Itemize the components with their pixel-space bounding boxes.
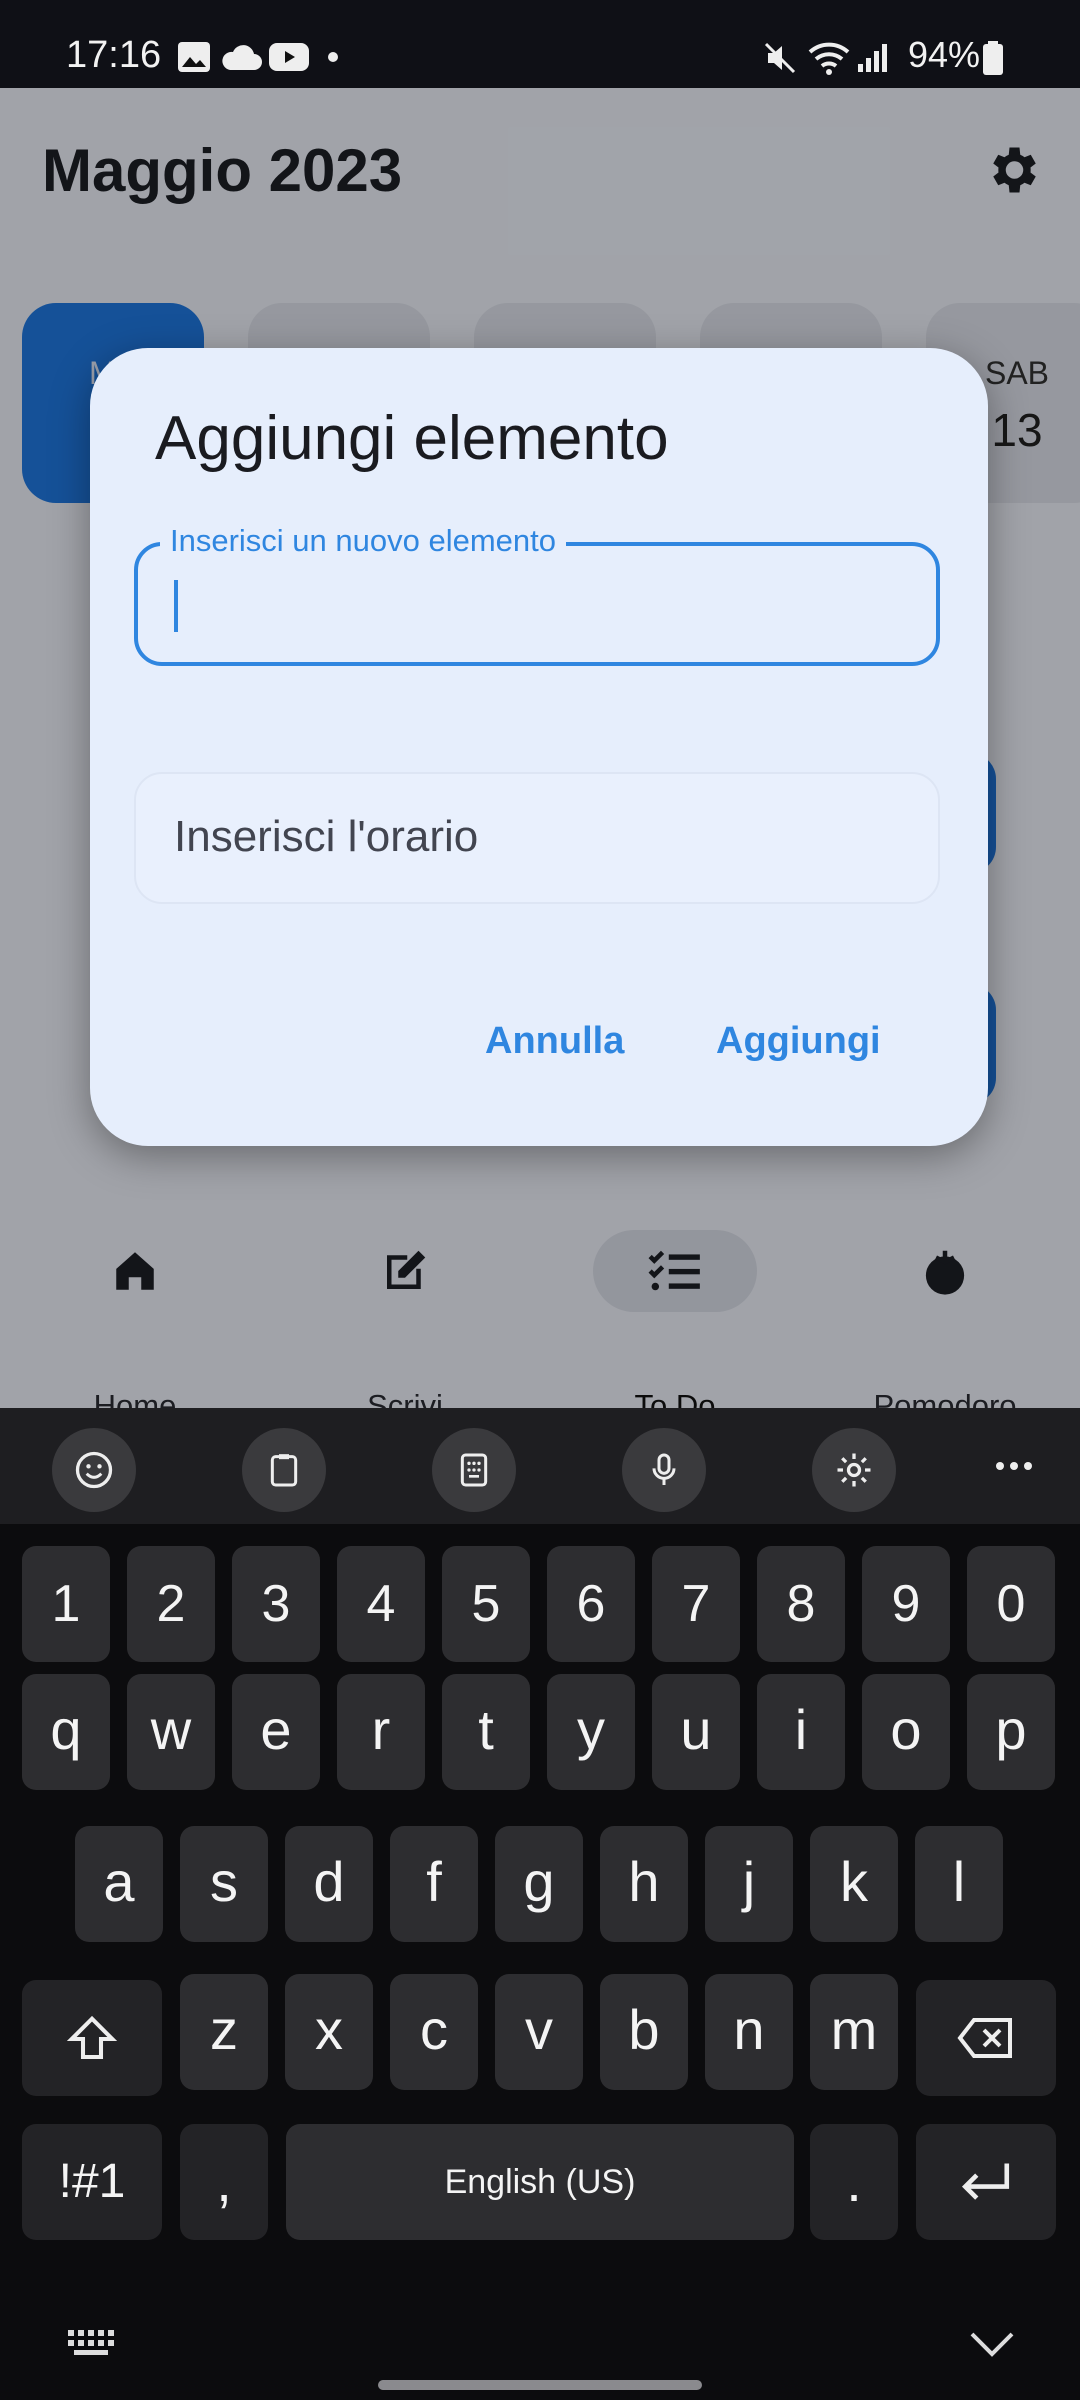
mute-icon [764, 42, 796, 74]
keyboard-settings-button[interactable] [812, 1428, 896, 1512]
key-w[interactable]: w [127, 1674, 215, 1790]
key-f[interactable]: f [390, 1826, 478, 1942]
keyboard-switch-icon[interactable] [66, 2328, 118, 2358]
key-3[interactable]: 3 [232, 1546, 320, 1662]
hide-keyboard-icon[interactable] [968, 2330, 1016, 2358]
keypad-icon [460, 1453, 488, 1487]
comma-key[interactable]: , [180, 2124, 268, 2240]
key-l[interactable]: l [915, 1826, 1003, 1942]
emoji-icon [75, 1451, 113, 1489]
key-4[interactable]: 4 [337, 1546, 425, 1662]
shift-icon [66, 2015, 118, 2060]
key-6[interactable]: 6 [547, 1546, 635, 1662]
microphone-button[interactable] [622, 1428, 706, 1512]
key-e[interactable]: e [232, 1674, 320, 1790]
key-n[interactable]: n [705, 1974, 793, 2090]
key-a[interactable]: a [75, 1826, 163, 1942]
battery-percent: 94% [907, 34, 980, 75]
gallery-icon [178, 42, 210, 72]
new-item-input[interactable] [134, 542, 940, 666]
key-5[interactable]: 5 [442, 1546, 530, 1662]
key-t[interactable]: t [442, 1674, 530, 1790]
key-b[interactable]: b [600, 1974, 688, 2090]
emoji-button[interactable] [52, 1428, 136, 1512]
key-m[interactable]: m [810, 1974, 898, 2090]
clipboard-button[interactable] [242, 1428, 326, 1512]
key-o[interactable]: o [862, 1674, 950, 1790]
text-cursor [174, 580, 178, 632]
key-j[interactable]: j [705, 1826, 793, 1942]
key-h[interactable]: h [600, 1826, 688, 1942]
symbols-key[interactable]: !#1 [22, 2124, 162, 2240]
key-i[interactable]: i [757, 1674, 845, 1790]
key-u[interactable]: u [652, 1674, 740, 1790]
cancel-button[interactable]: Annulla [485, 1020, 624, 1063]
key-y[interactable]: y [547, 1674, 635, 1790]
add-button[interactable]: Aggiungi [716, 1020, 881, 1063]
microphone-icon [652, 1453, 676, 1485]
key-z[interactable]: z [180, 1974, 268, 2090]
clipboard-icon [270, 1454, 298, 1487]
key-k[interactable]: k [810, 1826, 898, 1942]
keyboard: !#1 , English (US) . 1234567890 qwertyuio… [0, 1408, 1080, 2400]
battery-icon [983, 41, 1003, 75]
settings-icon [837, 1453, 871, 1487]
key-9[interactable]: 9 [862, 1546, 950, 1662]
key-v[interactable]: v [495, 1974, 583, 2090]
time-input-placeholder: Inserisci l'orario [174, 812, 479, 861]
keypad-button[interactable] [432, 1428, 516, 1512]
key-s[interactable]: s [180, 1826, 268, 1942]
enter-key[interactable] [916, 2124, 1056, 2240]
key-c[interactable]: c [390, 1974, 478, 2090]
key-r[interactable]: r [337, 1674, 425, 1790]
new-item-input-label: Inserisci un nuovo elemento [160, 523, 567, 559]
period-key[interactable]: . [810, 2124, 898, 2240]
youtube-icon [269, 43, 309, 71]
key-d[interactable]: d [285, 1826, 373, 1942]
backspace-icon [957, 2018, 1012, 2058]
wifi-icon [808, 42, 850, 75]
key-q[interactable]: q [22, 1674, 110, 1790]
signal-icon [858, 44, 887, 72]
enter-icon [961, 2163, 1010, 2200]
key-g[interactable]: g [495, 1826, 583, 1942]
status-time: 17:16 [66, 34, 162, 76]
key-8[interactable]: 8 [757, 1546, 845, 1662]
key-x[interactable]: x [285, 1974, 373, 2090]
key-2[interactable]: 2 [127, 1546, 215, 1662]
key-1[interactable]: 1 [22, 1546, 110, 1662]
home-indicator[interactable] [378, 2380, 702, 2390]
key-0[interactable]: 0 [967, 1546, 1055, 1662]
backspace-key[interactable] [916, 1980, 1056, 2096]
notification-dot [328, 52, 338, 62]
space-key[interactable]: English (US) [286, 2124, 794, 2240]
more-icon[interactable] [994, 1458, 1034, 1474]
keyboard-toolbar [0, 1408, 1080, 1524]
status-bar: 17:16 94% [0, 0, 1080, 88]
key-p[interactable]: p [967, 1674, 1055, 1790]
add-item-dialog: Aggiungi elemento Inserisci un nuovo ele… [90, 348, 988, 1146]
shift-key[interactable] [22, 1980, 162, 2096]
dialog-title: Aggiungi elemento [155, 404, 669, 473]
cloud-icon [222, 45, 262, 70]
key-7[interactable]: 7 [652, 1546, 740, 1662]
